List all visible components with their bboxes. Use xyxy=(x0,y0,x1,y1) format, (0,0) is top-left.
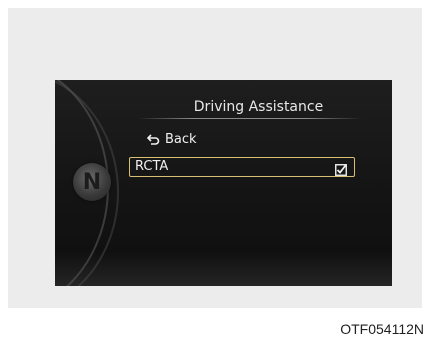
menu-item-rcta[interactable]: RCTA xyxy=(129,157,355,177)
figure-caption: OTF054112N xyxy=(340,321,424,337)
figure-panel: N Driving Assistance Back RCTA xyxy=(8,8,422,308)
title-divider xyxy=(137,118,362,119)
screen-bottom-shade xyxy=(55,252,392,286)
cluster-display: N Driving Assistance Back RCTA xyxy=(55,80,392,286)
gear-letter: N xyxy=(82,169,102,195)
menu-item-label: RCTA xyxy=(135,159,169,174)
back-button[interactable]: Back xyxy=(147,130,197,148)
gear-indicator-badge: N xyxy=(73,163,111,201)
return-arrow-icon xyxy=(147,133,160,145)
back-label: Back xyxy=(165,131,197,147)
menu-title: Driving Assistance xyxy=(193,99,324,115)
checkbox-checked-icon[interactable] xyxy=(335,161,347,176)
